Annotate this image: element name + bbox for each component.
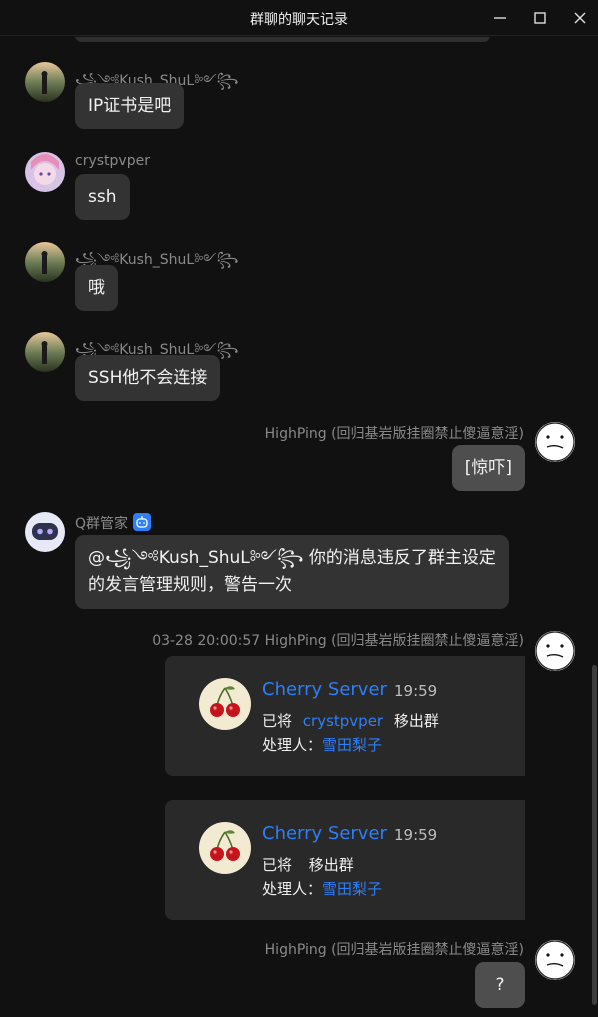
kick-notice-card[interactable]: Cherry Server 19:59 已将 移出群 处理人：雪田梨子 <box>165 800 525 920</box>
handler-label: 处理人： <box>262 880 323 898</box>
server-name[interactable]: Cherry Server <box>262 679 387 700</box>
scrollbar[interactable] <box>591 37 598 1017</box>
handler-link[interactable]: 雪田梨子 <box>322 880 382 898</box>
kick-action: 移出群 <box>308 856 354 874</box>
sender-name: HighPing (回归基岩版挂圈禁止傻逼意淫) <box>264 633 524 649</box>
sender-name: crystpvper <box>75 153 150 169</box>
kick-line: 已将 crystpvper 移出群 <box>262 710 439 731</box>
bot-name-row: Q群管家 <box>75 513 152 533</box>
maximize-icon <box>534 12 546 24</box>
previous-message-bubble <box>75 37 490 42</box>
sender-name: Q群管家 <box>75 516 129 532</box>
close-button[interactable] <box>567 6 593 30</box>
message-bubble[interactable]: ? <box>475 962 525 1008</box>
message-line: @꧁༺Kush_ShuL༻꧂ 你的消息违反了群主设定 <box>88 548 496 568</box>
cherry-logo <box>199 678 251 730</box>
message-bubble[interactable]: 哦 <box>75 265 118 311</box>
avatar-highping[interactable] <box>535 422 575 462</box>
avatar-q-bot[interactable] <box>25 512 65 552</box>
kick-prefix: 已将 <box>262 712 293 730</box>
message-meta: 03-28 20:00:57 HighPing (回归基岩版挂圈禁止傻逼意淫) <box>152 630 524 650</box>
close-icon <box>574 12 586 24</box>
cherry-logo <box>199 822 251 874</box>
sender-name: HighPing (回归基岩版挂圈禁止傻逼意淫) <box>264 426 524 442</box>
minimize-button[interactable] <box>487 6 513 30</box>
handler-line: 处理人：雪田梨子 <box>262 734 382 755</box>
kicked-user-link[interactable]: crystpvper <box>303 712 383 730</box>
avatar-kush[interactable] <box>25 62 65 102</box>
card-time: 19:59 <box>394 826 438 844</box>
card-time: 19:59 <box>394 682 438 700</box>
handler-label: 处理人： <box>262 736 323 754</box>
timestamp: 03-28 20:00:57 <box>152 633 261 649</box>
sender-name: HighPing (回归基岩版挂圈禁止傻逼意淫) <box>264 942 524 958</box>
kick-prefix: 已将 <box>262 856 293 874</box>
avatar-highping[interactable] <box>535 940 575 980</box>
avatar-crystpvper[interactable] <box>25 152 65 192</box>
message-bubble[interactable]: @꧁༺Kush_ShuL༻꧂ 你的消息违反了群主设定 的发言管理规则，警告一次 <box>75 535 509 609</box>
avatar-kush[interactable] <box>25 332 65 372</box>
message-line: 的发言管理规则，警告一次 <box>88 575 292 595</box>
title-bar: 群聊的聊天记录 <box>0 0 598 36</box>
handler-link[interactable]: 雪田梨子 <box>322 736 382 754</box>
scrollbar-thumb[interactable] <box>592 665 597 1005</box>
kick-action: 移出群 <box>393 712 439 730</box>
handler-line: 处理人：雪田梨子 <box>262 878 382 899</box>
message-bubble[interactable]: [惊吓] <box>451 445 525 491</box>
server-name[interactable]: Cherry Server <box>262 823 387 844</box>
message-bubble[interactable]: ssh <box>75 174 130 220</box>
robot-badge-icon <box>133 513 152 531</box>
message-bubble[interactable]: SSH他不会连接 <box>75 355 221 401</box>
avatar-highping[interactable] <box>535 631 575 671</box>
maximize-button[interactable] <box>527 6 553 30</box>
kick-line: 已将 移出群 <box>262 854 354 875</box>
minimize-icon <box>494 17 506 19</box>
chat-history[interactable]: ꧁༺Kush_ShuL༻꧂ IP证书是吧 crystpvper ssh ꧁༺Ku… <box>0 37 598 1017</box>
message-bubble[interactable]: IP证书是吧 <box>75 83 185 129</box>
avatar-kush[interactable] <box>25 242 65 282</box>
kick-notice-card[interactable]: Cherry Server 19:59 已将 crystpvper 移出群 处理… <box>165 656 525 776</box>
